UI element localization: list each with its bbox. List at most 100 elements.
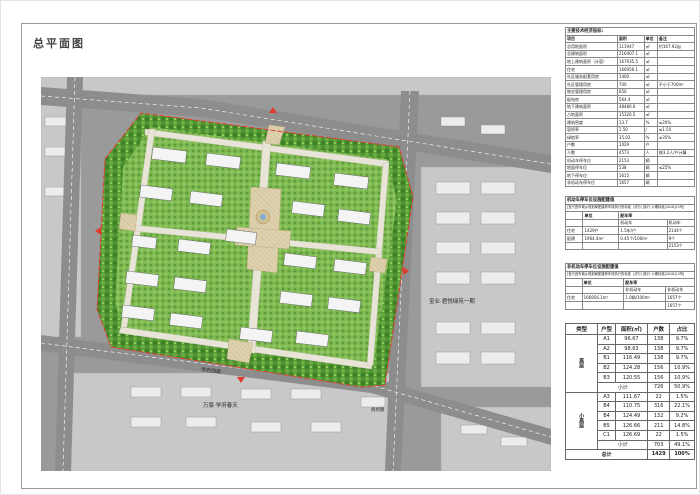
table-row: 建筑密度 13.7% ≤20% [565, 118, 696, 127]
road-label-east: 规划路 [371, 406, 385, 413]
table-row: 社区服务配套用房 1400 ㎡ [565, 72, 696, 82]
cell [656, 171, 696, 180]
table-row: 地上建筑面积（计容） 167935.5 ㎡ [565, 57, 696, 66]
cell: 按3.2人/户计算 [656, 148, 696, 158]
cell: 9.7% [669, 334, 695, 345]
tech-head-unit: 单位 [643, 34, 658, 44]
cell: 49.1% [669, 439, 695, 451]
cell: 9.7% [669, 353, 695, 364]
cell [656, 64, 696, 74]
table-row: 总建筑面积 216407.1 ㎡ [565, 49, 696, 59]
car-title: 机动车停车位设施配建值 [565, 196, 695, 205]
cell: 13.7 [616, 118, 645, 127]
unit-total-ratio: 100% [669, 449, 695, 460]
unit-group-small: 小高层 [564, 391, 599, 451]
table-row: 小高层 A3 111.67 22 1.5% [564, 391, 695, 451]
cell: 1657 [616, 178, 645, 188]
table-row: 社区管理用房 700 ㎡不小于700m² [565, 80, 696, 89]
cell: 167935.5 [616, 57, 645, 66]
cell: 住宅 [565, 293, 583, 302]
tech-head-note: 备注 [656, 34, 696, 44]
table-row: 人数 4573 人按3.2人/户计算 [565, 148, 696, 158]
bike-head-unit: 单位 [581, 278, 625, 287]
cell: 非机动车停车位 [565, 178, 618, 188]
cell: 总建筑面积 [565, 49, 618, 59]
cell: ㎡ [643, 64, 658, 74]
table-row: 机动车停车位 2153 辆 [565, 156, 696, 165]
cell: A1 [597, 334, 616, 345]
cell: 126.66 [614, 420, 649, 431]
table-row: 物业管理用房 650 ㎡ [565, 87, 696, 97]
bike-head-rate: 配车率 [623, 278, 695, 287]
cell: 1.0辆/100m² [623, 293, 667, 302]
cell: 124.28 [614, 362, 649, 374]
cell: 216407.1 [616, 49, 645, 59]
tech-head-item: 项目 [565, 34, 618, 44]
cell: 156 [647, 372, 671, 383]
cell: 726 [647, 381, 671, 393]
cell: 总用地面积 [565, 42, 618, 51]
table-row: 住宅 166956.1 ㎡ [565, 64, 696, 74]
car-parking-table: 机动车停车位设施配建值 [宜兴宜市城乡规划局配建停车场执行的标准（试行）]执行 … [564, 196, 696, 251]
cell: % [643, 133, 658, 142]
cell: 166956.1 [616, 64, 645, 74]
cell: ≤20% [656, 118, 696, 127]
table-row: 住宅 166956.1m² 1.0辆/100m² 1657个 [565, 293, 695, 302]
car-head-rate: 配车率 [618, 211, 695, 220]
cell: 人 [643, 148, 658, 158]
cell: 15326.5 [616, 110, 645, 120]
cell: 建筑密度 [565, 118, 618, 127]
cell: 48486.6 [616, 102, 645, 112]
cell: 物业管理用房 [565, 87, 618, 97]
cell: 1657个 [665, 293, 695, 302]
cell: 4573 [616, 148, 645, 158]
unit-head-model: 户型 [597, 323, 616, 335]
bike-parking-table: 非机动车停车位设施配建值 [宜兴宜市城乡规划局配建停车场执行的标准（试行）]执行… [565, 263, 695, 310]
cell: 538 [616, 163, 645, 173]
cell: 22 [647, 429, 671, 441]
cell: 1964.4m² [582, 233, 620, 243]
cell: B4 [597, 401, 616, 412]
cell: 120.55 [614, 372, 649, 383]
tech-index-table: 主要技术经济指标: 项目 面积 单位 备注 总用地面积 111947 ㎡约167.9… [565, 27, 696, 188]
table-row: 住宅 1429户 1.5车/户 2144个 [564, 226, 696, 235]
cell: 96.67 [614, 334, 649, 345]
cell [656, 156, 696, 165]
cell: ㎡ [643, 72, 658, 82]
table-row: 总计 1429 100% [564, 449, 695, 460]
cell: ㎡ [643, 80, 658, 89]
cell: 1.5车/户 [618, 226, 668, 235]
cell: ㎡ [643, 42, 658, 51]
cell: 配建 [564, 233, 584, 243]
cell: 1400 [616, 72, 645, 82]
cell: / [643, 125, 658, 135]
cell: 316 [647, 401, 671, 412]
cell: % [643, 118, 658, 127]
cell: 138 [647, 343, 671, 355]
cell: ㎡ [643, 57, 658, 66]
cell: 0.45个/100m² [618, 233, 668, 243]
cell: 户 [643, 140, 658, 150]
cell: 1.5% [669, 391, 695, 403]
cell: 辆 [643, 156, 658, 165]
cell: 约167.92亩 [656, 42, 696, 51]
cell: 211 [647, 420, 671, 431]
cell: 住宅 [564, 226, 584, 235]
cell: 116.49 [614, 353, 649, 364]
unit-head-ratio: 占比 [669, 323, 695, 335]
cell: 辆 [643, 178, 658, 188]
cell: 138 [647, 334, 671, 345]
car-head-unit: 单位 [582, 211, 620, 220]
cell [656, 178, 696, 188]
cell: 111947 [616, 42, 645, 51]
cell: 社区管理用房 [565, 80, 618, 89]
unit-mix-table: 类型 户型 面积(㎡) 户数 占比 高层 A1 96.67 138 9.7% A2 98… [564, 323, 695, 460]
cell: 小计 [597, 439, 649, 451]
cell: ㎡ [643, 102, 658, 112]
cell: 地下停车位 [565, 171, 618, 180]
cell: ㎡ [643, 95, 658, 104]
cell: 50.9% [669, 381, 695, 393]
cell [656, 140, 696, 150]
cell: 1615 [616, 171, 645, 180]
cell [656, 110, 696, 120]
